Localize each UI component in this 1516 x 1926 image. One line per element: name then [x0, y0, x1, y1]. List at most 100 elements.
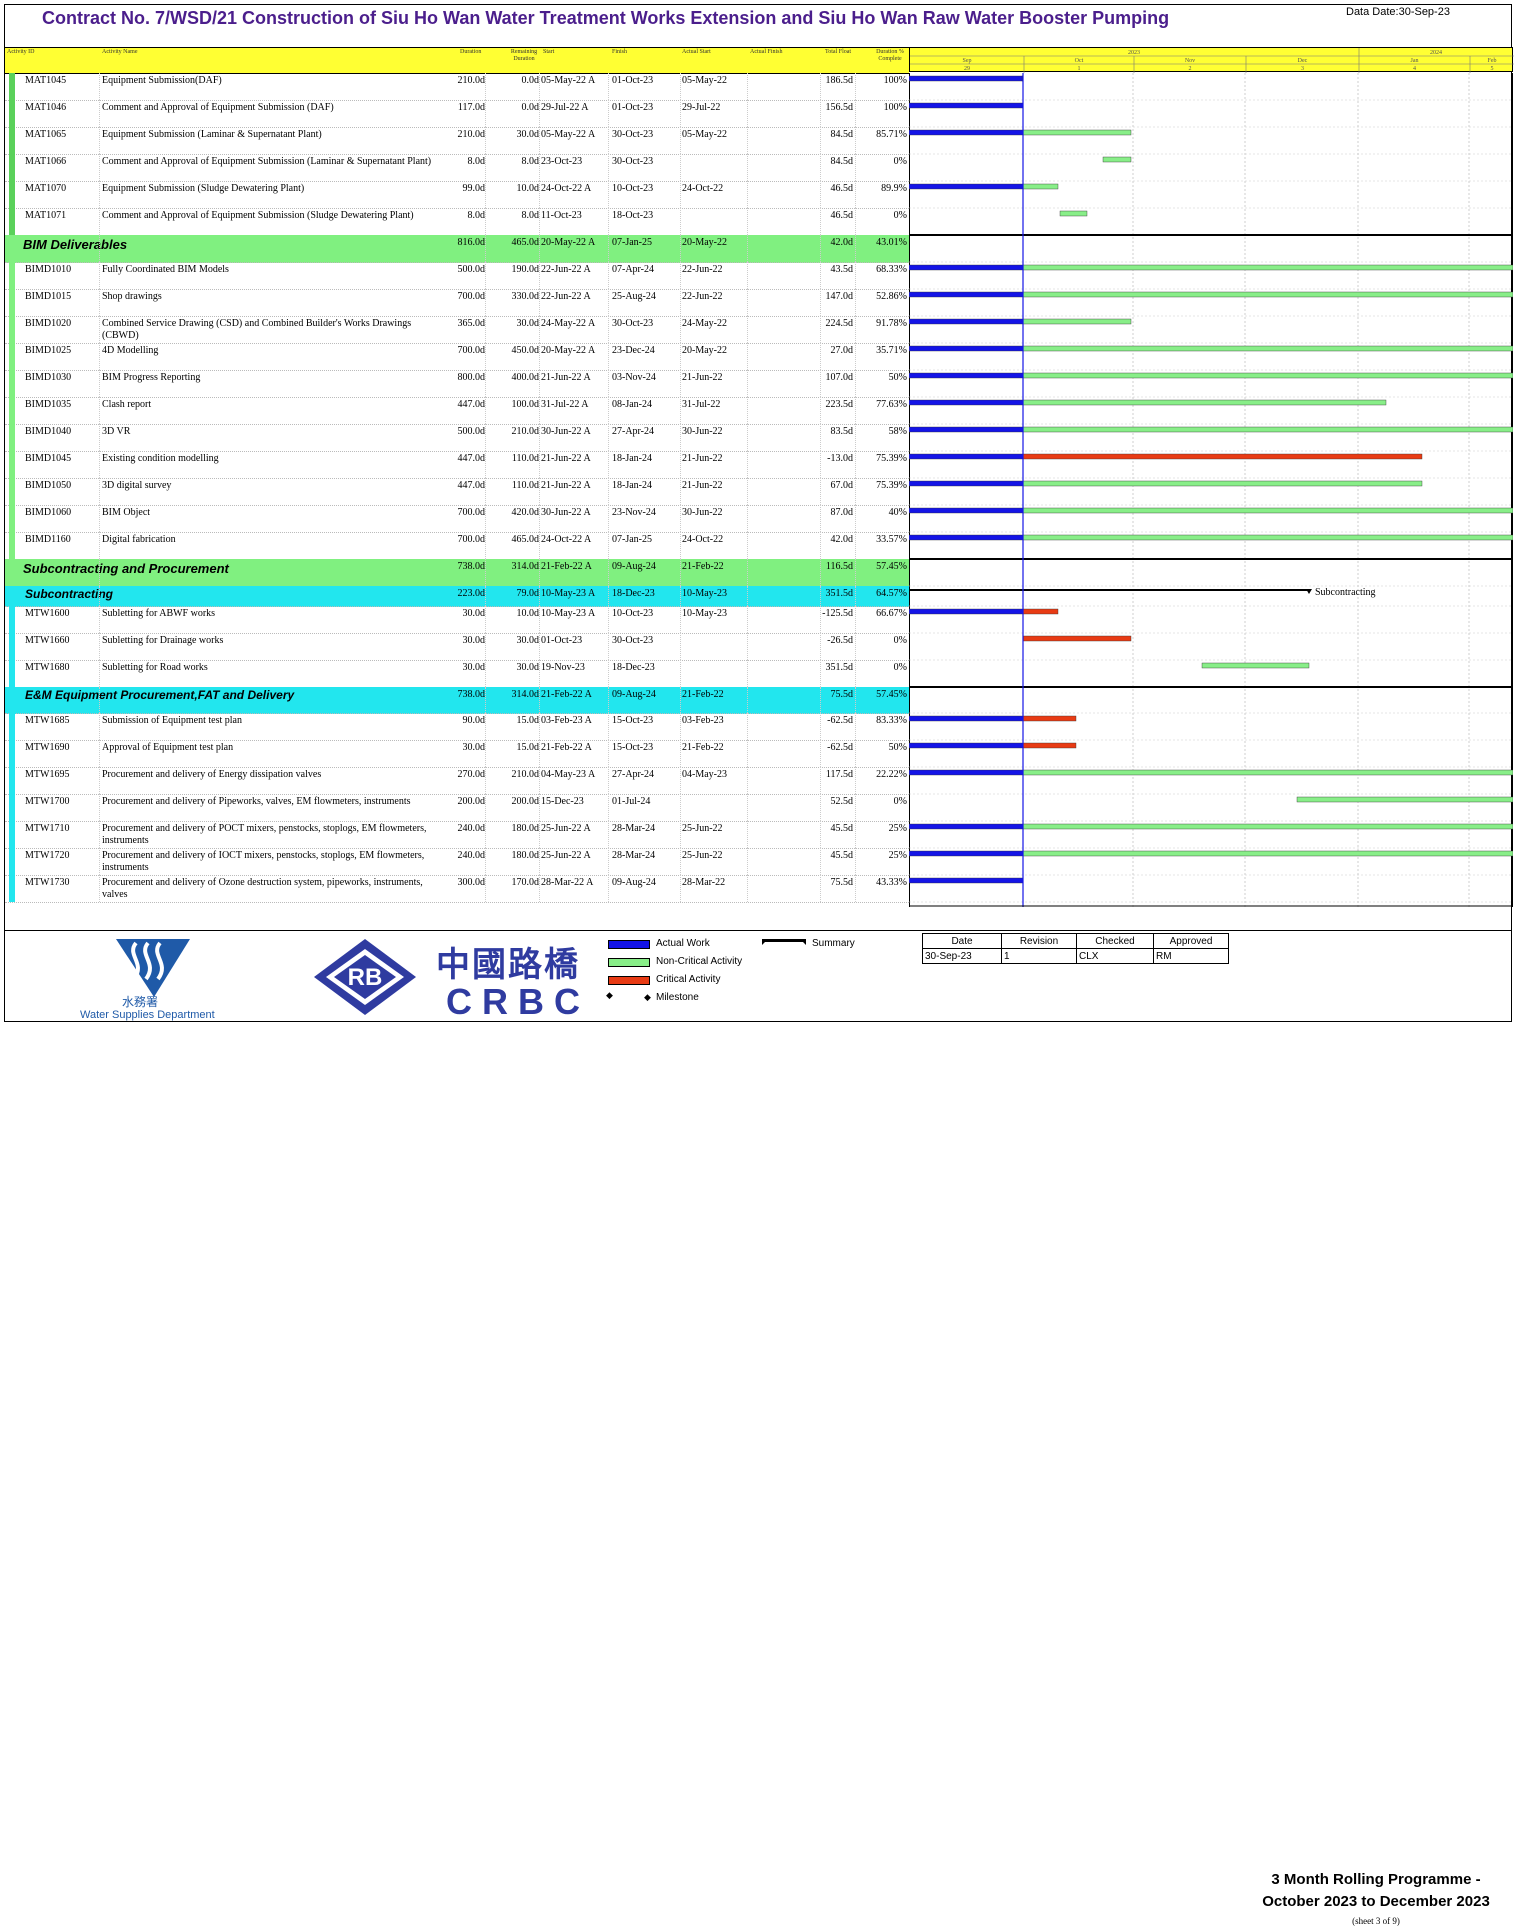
col-total-float[interactable]: Total Float: [825, 49, 851, 56]
table-row[interactable]: MTW1720 Procurement and delivery of IOCT …: [5, 848, 909, 876]
actual-work-bar[interactable]: [909, 291, 1024, 298]
col-remaining[interactable]: Remaining Duration: [508, 49, 540, 63]
column-divider: [99, 262, 100, 289]
actual-work-bar[interactable]: [909, 715, 1024, 722]
table-row[interactable]: BIMD1050 3D digital survey 447.0d 110.0d 21-…: [5, 478, 909, 506]
actual-work-bar[interactable]: [909, 823, 1024, 830]
actual-work-bar[interactable]: [909, 399, 1024, 406]
wbs-group-row[interactable]: Subcontracting and Procurement 738.0d 314.…: [5, 559, 909, 587]
table-row[interactable]: MTW1660 Subletting for Drainage works 30.0…: [5, 633, 909, 661]
table-row[interactable]: MAT1070 Equipment Submission (Sludge Dewa…: [5, 181, 909, 209]
actual-work-bar[interactable]: [909, 318, 1024, 325]
col-actual-start[interactable]: Actual Start: [682, 49, 711, 56]
non-critical-activity-bar[interactable]: [1022, 345, 1513, 352]
non-critical-activity-bar[interactable]: [1022, 480, 1423, 487]
critical-activity-bar[interactable]: [1022, 635, 1132, 642]
col-finish[interactable]: Finish: [612, 49, 627, 56]
actual-work-bar[interactable]: [909, 608, 1024, 615]
actual-work-bar[interactable]: [909, 102, 1024, 109]
actual-work-bar[interactable]: [909, 129, 1024, 136]
non-critical-activity-bar[interactable]: [1201, 662, 1310, 669]
table-row[interactable]: MTW1730 Procurement and delivery of Ozone…: [5, 875, 909, 903]
column-divider: [855, 343, 856, 370]
non-critical-activity-bar[interactable]: [1022, 372, 1513, 379]
non-critical-activity-bar[interactable]: [1059, 210, 1088, 217]
column-divider: [820, 586, 821, 606]
table-row[interactable]: MTW1600 Subletting for ABWF works 30.0d 10.…: [5, 606, 909, 634]
actual-work-bar[interactable]: [909, 426, 1024, 433]
table-row[interactable]: MAT1046 Comment and Approval of Equipment…: [5, 100, 909, 128]
table-row[interactable]: MTW1695 Procurement and delivery of Energ…: [5, 767, 909, 795]
col-pct-complete[interactable]: Duration % Complete: [873, 49, 907, 63]
actual-work-bar[interactable]: [909, 742, 1024, 749]
non-critical-activity-bar[interactable]: [1022, 534, 1513, 541]
col-actual-finish[interactable]: Actual Finish: [750, 49, 783, 56]
actual-work-bar[interactable]: [909, 453, 1024, 460]
col-start[interactable]: Start: [543, 49, 554, 56]
table-row[interactable]: BIMD1160 Digital fabrication 700.0d 465.0d 2…: [5, 532, 909, 560]
cell-name: Procurement and delivery of POCT mixers,…: [102, 823, 427, 846]
table-row[interactable]: BIMD1040 3D VR 500.0d 210.0d 30-Jun-22 A 27-A…: [5, 424, 909, 452]
column-divider: [99, 660, 100, 687]
table-row[interactable]: BIMD1015 Shop drawings 700.0d 330.0d 22-Jun-…: [5, 289, 909, 317]
table-row[interactable]: BIMD1020 Combined Service Drawing (CSD) a…: [5, 316, 909, 344]
table-row[interactable]: MAT1065 Equipment Submission (Laminar & S…: [5, 127, 909, 155]
actual-work-bar[interactable]: [909, 480, 1024, 487]
summary-bar[interactable]: [909, 589, 1309, 591]
table-row[interactable]: MAT1071 Comment and Approval of Equipment…: [5, 208, 909, 236]
actual-work-bar[interactable]: [909, 534, 1024, 541]
wbs-group-row[interactable]: Subcontracting 223.0d 79.0d 10-May-23 A 18-D…: [5, 586, 909, 607]
non-critical-activity-bar[interactable]: [1022, 183, 1059, 190]
wbs-group-row[interactable]: E&M Equipment Procurement,FAT and Delive…: [5, 687, 909, 714]
table-row[interactable]: MTW1680 Subletting for Road works 30.0d 30.…: [5, 660, 909, 688]
table-row[interactable]: BIMD1025 4D Modelling 700.0d 450.0d 20-May-2…: [5, 343, 909, 371]
critical-activity-bar[interactable]: [1022, 715, 1077, 722]
table-row[interactable]: MAT1066 Comment and Approval of Equipment…: [5, 154, 909, 182]
actual-work-bar[interactable]: [909, 769, 1024, 776]
non-critical-activity-bar[interactable]: [1022, 823, 1513, 830]
non-critical-activity-bar[interactable]: [1102, 156, 1132, 163]
table-row[interactable]: BIMD1060 BIM Object 700.0d 420.0d 30-Jun-22 …: [5, 505, 909, 533]
non-critical-activity-bar[interactable]: [1022, 318, 1132, 325]
column-divider: [485, 343, 486, 370]
actual-work-bar[interactable]: [909, 507, 1024, 514]
actual-work-bar[interactable]: [909, 877, 1024, 884]
non-critical-activity-bar[interactable]: [1022, 507, 1513, 514]
non-critical-activity-bar[interactable]: [1022, 129, 1132, 136]
table-row[interactable]: MTW1710 Procurement and delivery of POCT …: [5, 821, 909, 849]
row-indent-bar: [9, 660, 15, 687]
actual-work-bar[interactable]: [909, 75, 1024, 82]
non-critical-activity-bar[interactable]: [1022, 264, 1513, 271]
col-activity-name[interactable]: Activity Name: [102, 49, 138, 56]
actual-work-bar[interactable]: [909, 264, 1024, 271]
column-divider: [608, 586, 609, 606]
non-critical-activity-bar[interactable]: [1022, 291, 1513, 298]
actual-work-bar[interactable]: [909, 850, 1024, 857]
row-indent-bar: [9, 397, 15, 424]
non-critical-activity-bar[interactable]: [1296, 796, 1513, 803]
cell-pct: 85.71%: [876, 129, 907, 140]
actual-work-bar[interactable]: [909, 345, 1024, 352]
col-duration[interactable]: Duration: [460, 49, 481, 56]
cell-finish: 08-Jan-24: [612, 399, 652, 410]
actual-work-bar[interactable]: [909, 372, 1024, 379]
table-row[interactable]: BIMD1010 Fully Coordinated BIM Models 500.…: [5, 262, 909, 290]
table-row[interactable]: MTW1700 Procurement and delivery of Pipew…: [5, 794, 909, 822]
critical-activity-bar[interactable]: [1022, 453, 1423, 460]
non-critical-activity-bar[interactable]: [1022, 399, 1387, 406]
non-critical-activity-bar[interactable]: [1022, 426, 1513, 433]
non-critical-activity-bar[interactable]: [1022, 850, 1513, 857]
table-row[interactable]: BIMD1045 Existing condition modelling 447.…: [5, 451, 909, 479]
critical-activity-bar[interactable]: [1022, 742, 1077, 749]
wbs-group-row[interactable]: BIM Deliverables 816.0d 465.0d 20-May-22 A 0…: [5, 235, 909, 263]
table-row[interactable]: BIMD1035 Clash report 447.0d 100.0d 31-Jul-2…: [5, 397, 909, 425]
table-row[interactable]: BIMD1030 BIM Progress Reporting 800.0d 400.…: [5, 370, 909, 398]
column-divider: [485, 660, 486, 687]
non-critical-activity-bar[interactable]: [1022, 769, 1513, 776]
table-row[interactable]: MAT1045 Equipment Submission(DAF) 210.0d 0.…: [5, 73, 909, 101]
col-activity-id[interactable]: Activity ID: [7, 49, 35, 56]
critical-activity-bar[interactable]: [1022, 608, 1059, 615]
table-row[interactable]: MTW1690 Approval of Equipment test plan 30…: [5, 740, 909, 768]
table-row[interactable]: MTW1685 Submission of Equipment test plan…: [5, 713, 909, 741]
actual-work-bar[interactable]: [909, 183, 1024, 190]
